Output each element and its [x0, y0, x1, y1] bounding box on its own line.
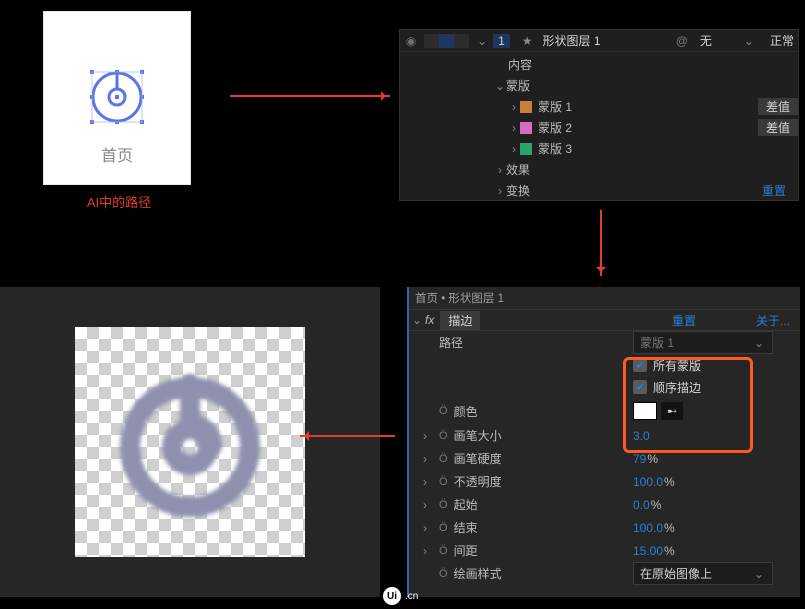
- effect-header-row[interactable]: ⌄ fx 描边 重置 关于...: [409, 309, 800, 331]
- mask-color-swatch[interactable]: [520, 143, 532, 155]
- mask-mode-dropdown[interactable]: 差值: [758, 119, 798, 136]
- stopwatch-icon[interactable]: Ö: [439, 545, 448, 557]
- parent-pickwhip-icon[interactable]: @: [676, 34, 688, 48]
- paint-style-dropdown[interactable]: 在原始图像上 ⌄: [633, 562, 773, 585]
- layer-name[interactable]: 形状图层 1: [543, 32, 601, 49]
- disclosure-closed-icon[interactable]: ›: [423, 521, 427, 535]
- prop-paint-style: Ö 绘画样式 在原始图像上 ⌄: [409, 562, 800, 585]
- shape-layer-icon: ★: [522, 34, 533, 48]
- mask-row-3[interactable]: › 蒙版 3: [400, 138, 798, 159]
- mask-mode-dropdown[interactable]: 差值: [758, 98, 798, 115]
- layer-header[interactable]: ◉ ⌄ 1 ★ 形状图层 1 @ 无 ⌄ 正常: [400, 30, 798, 52]
- watermark-badge: Ui: [383, 587, 401, 605]
- stopwatch-icon[interactable]: Ö: [439, 476, 448, 488]
- timeline-layer-panel: ◉ ⌄ 1 ★ 形状图层 1 @ 无 ⌄ 正常 内容 ⌄ 蒙版 › 蒙版 1 差…: [399, 29, 799, 201]
- fx-icon[interactable]: fx: [425, 313, 434, 327]
- ai-caption: AI中的路径: [44, 192, 194, 211]
- group-transform[interactable]: › 变换 重置: [400, 180, 798, 201]
- prop-all-masks: ✔ 所有蒙版: [409, 354, 800, 376]
- chevron-down-icon[interactable]: ⌄: [744, 34, 754, 48]
- path-dropdown[interactable]: 蒙版 1 ⌄: [633, 331, 773, 354]
- prop-start: › Ö 起始 0.0%: [409, 493, 800, 516]
- value-opacity[interactable]: 100.0%: [633, 475, 675, 489]
- stopwatch-icon[interactable]: Ö: [439, 568, 448, 580]
- annotation-arrow: [230, 95, 390, 97]
- effect-about-link[interactable]: 关于...: [756, 312, 790, 329]
- group-contents[interactable]: 内容: [400, 54, 798, 75]
- disclosure-closed-icon[interactable]: ›: [423, 544, 427, 558]
- effect-panel-title: 首页 • 形状图层 1: [409, 287, 800, 309]
- value-end[interactable]: 100.0%: [633, 521, 675, 535]
- artboard-tab-label: 首页: [44, 142, 190, 166]
- effect-reset-link[interactable]: 重置: [672, 312, 696, 329]
- mask-row-1[interactable]: › 蒙版 1 差值: [400, 96, 798, 117]
- prop-sequential-stroke: ✔ 顺序描边: [409, 376, 800, 398]
- effect-name[interactable]: 描边: [440, 311, 480, 330]
- value-spacing[interactable]: 15.00%: [633, 544, 675, 558]
- annotation-arrow: [600, 210, 602, 276]
- stroke-preview-icon: [110, 362, 270, 522]
- value-brush-hardness[interactable]: 79%: [633, 452, 658, 466]
- annotation-arrow: [300, 435, 395, 437]
- checkbox-all-masks[interactable]: ✔: [633, 358, 647, 372]
- group-effects[interactable]: › 效果: [400, 159, 798, 180]
- chevron-down-icon: ⌄: [754, 567, 764, 581]
- eyedropper-icon[interactable]: ➸: [661, 402, 683, 420]
- chevron-down-icon: ⌄: [754, 336, 764, 350]
- value-brush-size[interactable]: 3.0: [633, 429, 651, 443]
- visibility-icon[interactable]: ◉: [404, 34, 418, 48]
- prop-end: › Ö 结束 100.0%: [409, 516, 800, 539]
- stopwatch-icon[interactable]: Ö: [439, 522, 448, 534]
- watermark: Ui .cn: [383, 587, 418, 605]
- stopwatch-icon[interactable]: Ö: [439, 405, 448, 417]
- layer-index: 1: [493, 34, 510, 48]
- mask-row-2[interactable]: › 蒙版 2 差值: [400, 117, 798, 138]
- checkbox-sequential-stroke[interactable]: ✔: [633, 380, 647, 394]
- track-matte-dropdown[interactable]: 无: [700, 32, 712, 49]
- effect-controls-panel: 首页 • 形状图层 1 ⌄ fx 描边 重置 关于... 路径 蒙版 1 ⌄ ✔…: [407, 287, 800, 597]
- prop-opacity: › Ö 不透明度 100.0%: [409, 470, 800, 493]
- transform-reset-link[interactable]: 重置: [762, 182, 786, 199]
- prop-brush-hardness: › Ö 画笔硬度 79%: [409, 447, 800, 470]
- disclosure-closed-icon[interactable]: ›: [423, 429, 427, 443]
- music-icon: [87, 67, 147, 127]
- disclosure-open-icon[interactable]: ⌄: [411, 313, 423, 327]
- disclosure-closed-icon[interactable]: ›: [423, 475, 427, 489]
- value-start[interactable]: 0.0%: [633, 498, 661, 512]
- layer-switch-chips[interactable]: [424, 34, 469, 48]
- stopwatch-icon[interactable]: Ö: [439, 430, 448, 442]
- stopwatch-icon[interactable]: Ö: [439, 499, 448, 511]
- group-masks[interactable]: ⌄ 蒙版: [400, 75, 798, 96]
- blend-mode-dropdown[interactable]: 正常: [770, 32, 794, 49]
- transparency-checker: [75, 327, 305, 557]
- disclosure-closed-icon[interactable]: ›: [508, 121, 520, 135]
- color-swatch[interactable]: [633, 402, 657, 420]
- watermark-text: .cn: [405, 591, 418, 602]
- prop-path: 路径 蒙版 1 ⌄: [409, 331, 800, 354]
- ai-artboard-panel: 首页 AI中的路径: [44, 12, 194, 211]
- prop-brush-size: › Ö 画笔大小 3.0: [409, 424, 800, 447]
- disclosure-closed-icon[interactable]: ›: [494, 184, 506, 198]
- mask-color-swatch[interactable]: [520, 101, 532, 113]
- preview-panel: [0, 287, 380, 597]
- prop-spacing: › Ö 间距 15.00%: [409, 539, 800, 562]
- artboard: 首页: [44, 12, 190, 184]
- disclosure-closed-icon[interactable]: ›: [508, 100, 520, 114]
- disclosure-closed-icon[interactable]: ›: [423, 452, 427, 466]
- disclosure-closed-icon[interactable]: ›: [508, 142, 520, 156]
- mask-color-swatch[interactable]: [520, 122, 532, 134]
- stopwatch-icon[interactable]: Ö: [439, 453, 448, 465]
- disclosure-closed-icon[interactable]: ›: [423, 498, 427, 512]
- chevron-down-icon[interactable]: ⌄: [477, 34, 487, 48]
- disclosure-open-icon[interactable]: ⌄: [494, 79, 506, 93]
- disclosure-closed-icon[interactable]: ›: [494, 163, 506, 177]
- prop-color: Ö 颜色 ➸: [409, 398, 800, 424]
